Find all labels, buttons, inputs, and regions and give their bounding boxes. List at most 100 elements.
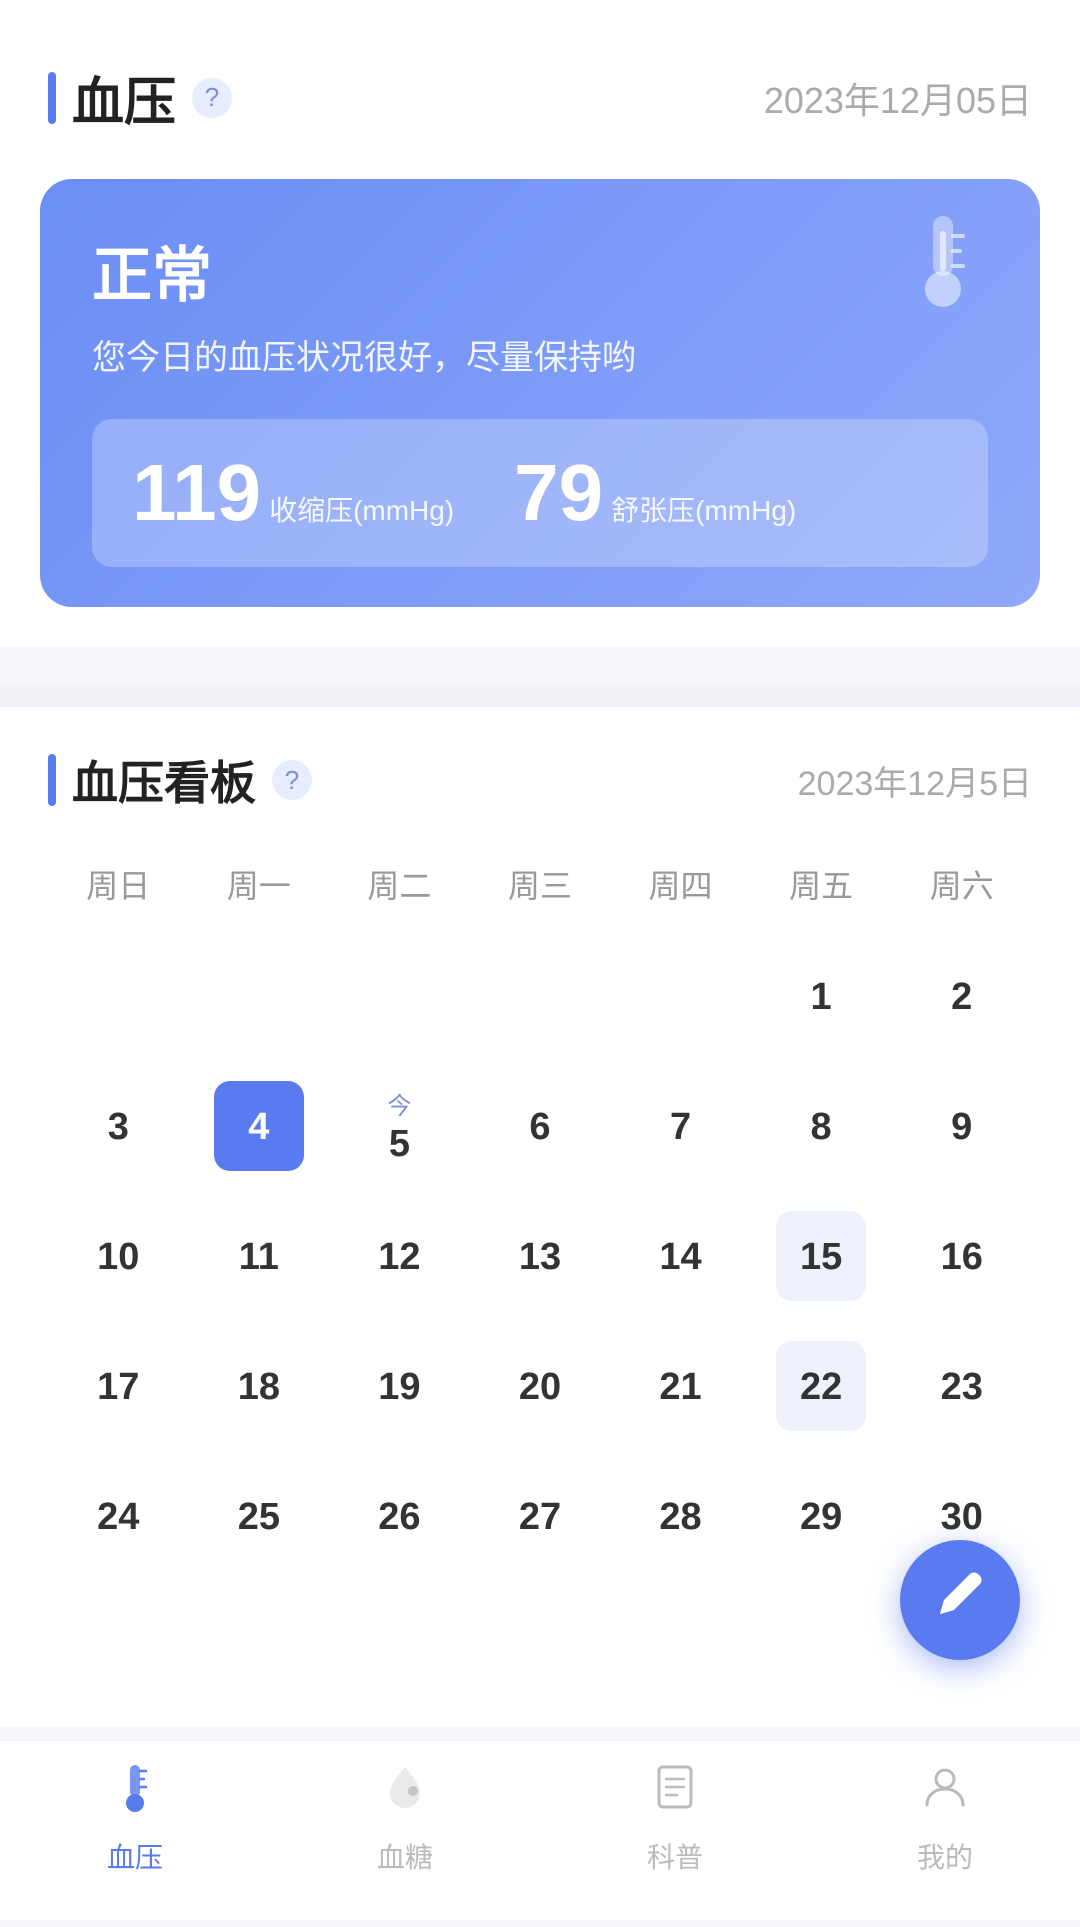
day-number: 21 (659, 1366, 701, 1409)
calendar-cell[interactable]: 12 (329, 1187, 470, 1317)
calendar-cell[interactable]: 26 (329, 1447, 470, 1577)
calendar-cell (470, 927, 611, 1057)
nav-label-科普: 科普 (647, 1836, 703, 1876)
calendar-cell[interactable]: 18 (189, 1317, 330, 1447)
nav-item-血压[interactable]: 血压 (87, 1749, 183, 1888)
day-number: 13 (519, 1236, 561, 1279)
calendar-cell-inner: 8 (776, 1081, 866, 1171)
calendar-cell[interactable]: 16 (891, 1187, 1032, 1317)
day-number: 8 (811, 1106, 832, 1149)
nav-item-血糖[interactable]: 血糖 (357, 1749, 453, 1888)
help-icon[interactable]: ? (192, 78, 232, 118)
calendar-cell-inner: 23 (917, 1341, 1007, 1431)
calendar-cell-inner: 今5 (354, 1081, 444, 1171)
day-number: 4 (248, 1106, 269, 1149)
calendar-cell[interactable]: 3 (48, 1057, 189, 1187)
calendar-cell[interactable]: 6 (470, 1057, 611, 1187)
calendar-cell[interactable]: 9 (891, 1057, 1032, 1187)
fab-add-button[interactable] (900, 1540, 1020, 1660)
calendar-cell[interactable]: 10 (48, 1187, 189, 1317)
nav-label-血糖: 血糖 (377, 1836, 433, 1876)
day-number: 9 (951, 1106, 972, 1149)
day-number: 15 (800, 1236, 842, 1279)
day-number: 19 (378, 1366, 420, 1409)
day-number: 20 (519, 1366, 561, 1409)
board-header: 血压看板 ? 2023年12月5日 (48, 747, 1032, 813)
calendar-cell[interactable]: 4 (189, 1057, 330, 1187)
day-number: 30 (941, 1496, 983, 1539)
calendar-grid: 1234今56789101112131415161718192021222324… (48, 927, 1032, 1707)
weekday-label: 周日 (48, 849, 189, 919)
calendar-cell[interactable]: 14 (610, 1187, 751, 1317)
calendar-cell-inner: 22 (776, 1341, 866, 1431)
day-number: 7 (670, 1106, 691, 1149)
calendar-cell-inner: 25 (214, 1471, 304, 1561)
calendar-cell-inner: 15 (776, 1211, 866, 1301)
day-number: 16 (941, 1236, 983, 1279)
calendar-cell[interactable]: 15 (751, 1187, 892, 1317)
calendar-cell[interactable]: 23 (891, 1317, 1032, 1447)
day-number: 17 (97, 1366, 139, 1409)
calendar-cell[interactable]: 19 (329, 1317, 470, 1447)
calendar-cell[interactable]: 29 (751, 1447, 892, 1577)
today-label: 今 (387, 1086, 411, 1121)
calendar-cell[interactable]: 22 (751, 1317, 892, 1447)
board-date: 2023年12月5日 (798, 756, 1032, 805)
calendar-cell[interactable]: 28 (610, 1447, 751, 1577)
status-label: 正常 (92, 227, 988, 314)
calendar-cell[interactable]: 27 (470, 1447, 611, 1577)
weekday-label: 周四 (610, 849, 751, 919)
board-title: 血压看板 (72, 747, 256, 813)
calendar-cell-inner: 28 (636, 1471, 726, 1561)
day-number: 27 (519, 1496, 561, 1539)
nav-item-我的[interactable]: 我的 (897, 1749, 993, 1888)
calendar-cell-inner: 9 (917, 1081, 1007, 1171)
calendar-cell[interactable]: 25 (189, 1447, 330, 1577)
calendar-cell[interactable]: 2 (891, 927, 1032, 1057)
calendar-cell-inner: 1 (776, 951, 866, 1041)
calendar-cell (610, 927, 751, 1057)
nav-item-科普[interactable]: 科普 (627, 1749, 723, 1888)
calendar-cell-inner: 20 (495, 1341, 585, 1431)
header-left: 血压 ? (48, 60, 232, 135)
status-description: 您今日的血压状况很好，尽量保持哟 (92, 330, 988, 379)
day-number: 26 (378, 1496, 420, 1539)
day-number: 6 (529, 1106, 550, 1149)
diastolic-item: 79 舒张压(mmHg) (514, 447, 796, 539)
weekday-label: 周三 (470, 849, 611, 919)
systolic-value: 119 (132, 447, 261, 539)
day-number: 23 (941, 1366, 983, 1409)
calendar-cell[interactable]: 24 (48, 1447, 189, 1577)
calendar-cell[interactable]: 8 (751, 1057, 892, 1187)
page-header: 血压 ? 2023年12月05日 (0, 0, 1080, 159)
calendar-cell (48, 927, 189, 1057)
board-help-icon[interactable]: ? (272, 760, 312, 800)
calendar-cell-inner: 2 (917, 951, 1007, 1041)
calendar-cell[interactable]: 7 (610, 1057, 751, 1187)
nav-icon-我的 (919, 1761, 971, 1826)
calendar: 周日周一周二周三周四周五周六 1234今56789101112131415161… (48, 849, 1032, 1707)
calendar-cell-inner: 12 (354, 1211, 444, 1301)
calendar-cell[interactable]: 20 (470, 1317, 611, 1447)
day-number: 3 (108, 1106, 129, 1149)
bp-values-box: 119 收缩压(mmHg) 79 舒张压(mmHg) (92, 419, 988, 567)
calendar-cell-inner: 7 (636, 1081, 726, 1171)
calendar-cell[interactable]: 21 (610, 1317, 751, 1447)
day-number: 29 (800, 1496, 842, 1539)
nav-label-血压: 血压 (107, 1836, 163, 1876)
calendar-cell[interactable]: 今5 (329, 1057, 470, 1187)
calendar-cell[interactable]: 17 (48, 1317, 189, 1447)
nav-icon-血糖 (379, 1761, 431, 1826)
calendar-cell-inner: 16 (917, 1211, 1007, 1301)
diastolic-value: 79 (514, 447, 603, 539)
pencil-icon (932, 1566, 988, 1635)
calendar-cell[interactable]: 11 (189, 1187, 330, 1317)
calendar-weekdays: 周日周一周二周三周四周五周六 (48, 849, 1032, 919)
calendar-cell-inner: 3 (73, 1081, 163, 1171)
day-number: 14 (659, 1236, 701, 1279)
header-date: 2023年12月05日 (764, 72, 1032, 124)
calendar-cell-inner: 19 (354, 1341, 444, 1431)
calendar-cell[interactable]: 1 (751, 927, 892, 1057)
calendar-cell-inner: 13 (495, 1211, 585, 1301)
calendar-cell[interactable]: 13 (470, 1187, 611, 1317)
